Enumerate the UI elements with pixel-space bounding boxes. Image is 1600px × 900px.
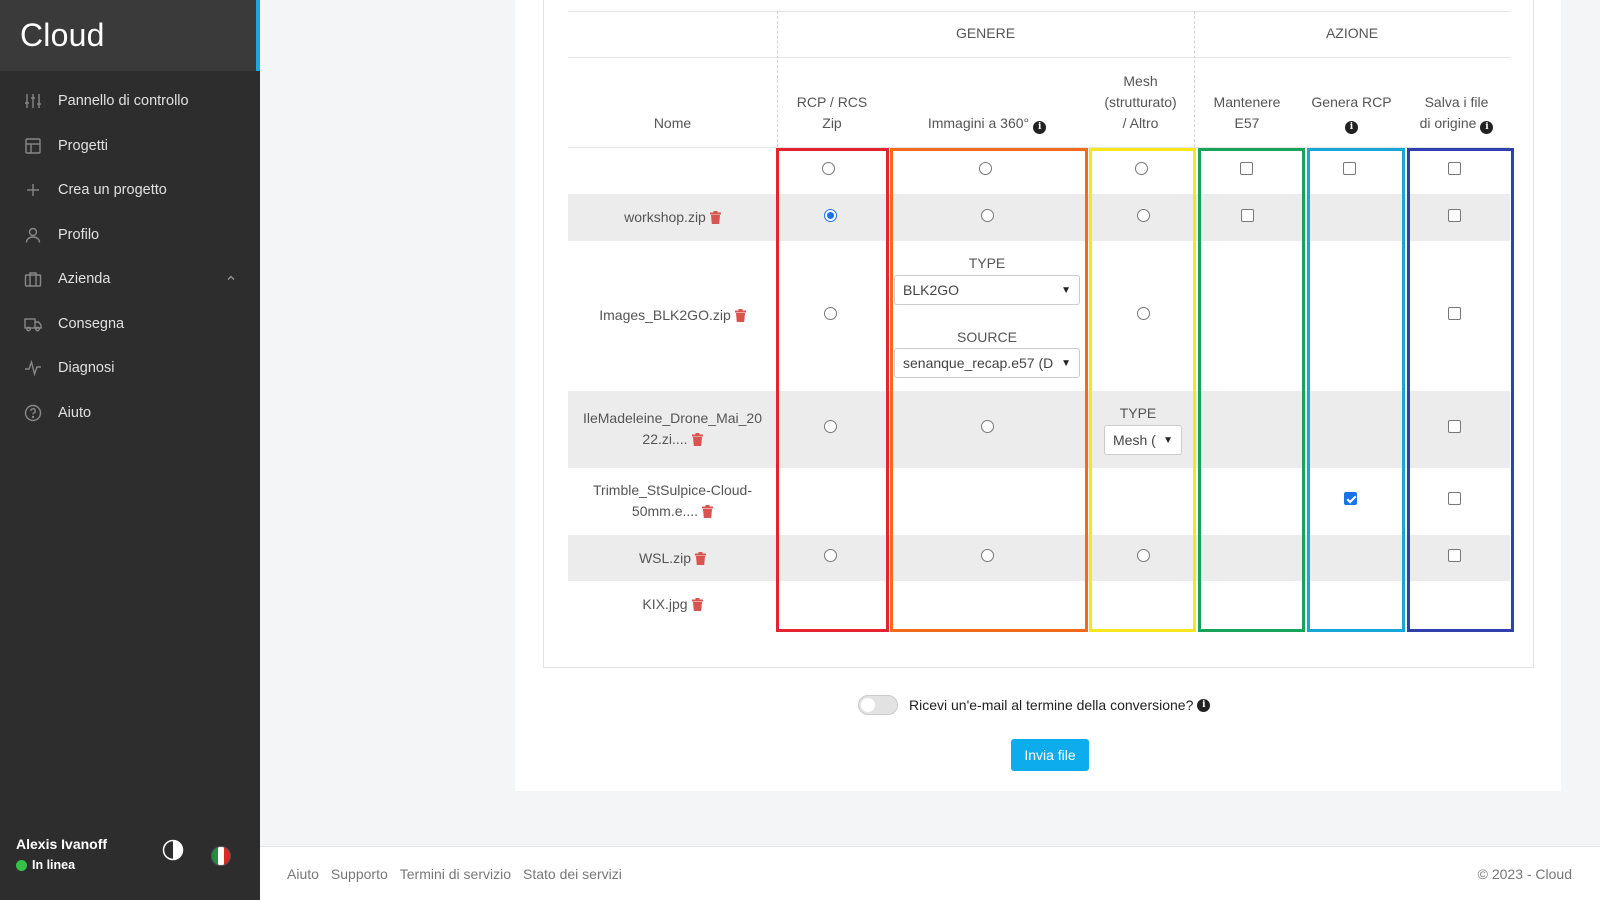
highlight-frame-mesh xyxy=(1089,148,1196,632)
online-dot-icon xyxy=(16,859,27,871)
col-e57-line: E57 xyxy=(1234,115,1260,131)
email-toggle[interactable] xyxy=(858,695,898,715)
sidebar-item-consegna[interactable]: Consegna xyxy=(0,302,260,347)
col-mesh-line: Mesh xyxy=(1123,73,1158,89)
chevron-up-icon xyxy=(226,271,236,287)
user-name: Alexis Ivanoff xyxy=(16,836,108,852)
file-name: WSL.zip xyxy=(638,550,692,566)
footer-link-termini[interactable]: Termini di servizio xyxy=(400,866,511,882)
truck-icon xyxy=(24,315,42,333)
sidebar-item-diagnosi[interactable]: Diagnosi xyxy=(0,346,260,391)
table-row-name: IleMadeleine_Drone_Mai_20 22.zi.... xyxy=(568,408,777,450)
copyright: © 2023 - Cloud xyxy=(1477,865,1572,882)
file-name: Trimble_StSulpice-Cloud- xyxy=(593,482,752,498)
email-toggle-label: Ricevi un'e-mail al termine della conver… xyxy=(909,697,1194,713)
sidebar-item-label: Consegna xyxy=(58,315,125,332)
sidebar-item-label: Progetti xyxy=(58,137,108,154)
info-icon[interactable]: i xyxy=(1345,121,1358,134)
sidebar-item-pannello[interactable]: Pannello di controllo xyxy=(0,79,260,124)
brand-logo[interactable]: Cloud xyxy=(0,0,260,71)
user-status: In linea xyxy=(16,858,107,872)
briefcase-icon xyxy=(24,270,42,288)
layout-icon xyxy=(24,137,42,155)
col-genera-line: Genera RCP xyxy=(1311,94,1392,110)
col-salva-line: di origine xyxy=(1419,115,1477,131)
col-mesh-line: (strutturato) xyxy=(1104,94,1177,110)
trash-icon[interactable] xyxy=(691,433,703,446)
email-toggle-row: Ricevi un'e-mail al termine della conver… xyxy=(858,695,1211,715)
sidebar-item-azienda[interactable]: Azienda xyxy=(0,257,260,302)
trash-icon[interactable] xyxy=(691,598,703,611)
col-rcp: RCP / RCS Zip xyxy=(777,92,887,134)
col-nome: Nome xyxy=(653,115,692,131)
col-mesh-line: / Altro xyxy=(1122,115,1159,131)
highlight-frame-img360 xyxy=(890,148,1088,632)
file-name: 50mm.e.... xyxy=(631,503,699,519)
file-name: IleMadeleine_Drone_Mai_20 xyxy=(582,410,762,426)
col-img360: Immagini a 360° i xyxy=(887,113,1087,134)
plus-icon xyxy=(24,181,42,199)
help-circle-icon xyxy=(24,404,42,422)
table-row-name: Trimble_StSulpice-Cloud- 50mm.e.... xyxy=(568,480,777,522)
table-top-border xyxy=(568,11,1510,12)
sidebar: Cloud Pannello di controllo Progetti Cre… xyxy=(0,0,260,900)
trash-icon[interactable] xyxy=(702,505,714,518)
user-panel: Alexis Ivanoff In linea xyxy=(16,836,107,872)
sidebar-item-label: Azienda xyxy=(58,271,111,288)
highlight-frame-rcp xyxy=(776,148,889,632)
file-name: Images_BLK2GO.zip xyxy=(599,307,731,323)
user-status-label: In linea xyxy=(32,858,76,872)
col-rcp-line: Zip xyxy=(822,115,842,131)
col-e57: Mantenere E57 xyxy=(1194,92,1300,134)
highlight-frame-e57 xyxy=(1198,148,1305,632)
col-mesh: Mesh (strutturato) / Altro xyxy=(1087,71,1194,134)
sidebar-item-progetti[interactable]: Progetti xyxy=(0,124,260,169)
col-e57-line: Mantenere xyxy=(1213,94,1281,110)
info-icon[interactable]: i xyxy=(1033,121,1047,134)
sidebar-item-label: Profilo xyxy=(58,226,100,243)
group-genere: GENERE xyxy=(955,25,1016,41)
table-row-name: WSL.zip xyxy=(568,548,777,569)
footer-link-supporto[interactable]: Supporto xyxy=(331,866,388,882)
table-row-name: Images_BLK2GO.zip xyxy=(568,305,777,326)
highlight-frame-genera xyxy=(1307,148,1405,632)
file-name: 22.zi.... xyxy=(642,431,688,447)
group-azione: AZIONE xyxy=(1325,25,1379,41)
sidebar-item-label: Aiuto xyxy=(58,404,92,421)
submit-button[interactable]: Invia file xyxy=(1011,739,1089,771)
highlight-frame-salva xyxy=(1407,148,1514,632)
info-icon[interactable]: i xyxy=(1197,698,1211,712)
sidebar-item-aiuto[interactable]: Aiuto xyxy=(0,391,260,436)
col-img360-label: Immagini a 360° xyxy=(927,115,1030,131)
table-row-name: workshop.zip xyxy=(568,207,777,228)
sidebar-item-profilo[interactable]: Profilo xyxy=(0,213,260,258)
user-icon xyxy=(24,226,42,244)
sliders-icon xyxy=(24,92,42,110)
info-icon[interactable]: i xyxy=(1480,121,1494,134)
sidebar-item-label: Pannello di controllo xyxy=(58,93,189,110)
col-rcp-line: RCP / RCS xyxy=(796,94,868,110)
sidebar-nav: Pannello di controllo Progetti Crea un p… xyxy=(0,71,260,435)
italian-flag-icon[interactable] xyxy=(211,846,231,866)
activity-icon xyxy=(24,359,42,377)
sidebar-item-label: Diagnosi xyxy=(58,360,115,377)
footer-link-aiuto[interactable]: Aiuto xyxy=(287,866,319,882)
trash-icon[interactable] xyxy=(709,211,721,224)
file-name: workshop.zip xyxy=(624,209,706,225)
table-row-name: KIX.jpg xyxy=(568,594,777,615)
col-genera: Genera RCP i xyxy=(1300,92,1403,134)
sidebar-item-label: Crea un progetto xyxy=(58,182,167,199)
table-group-border xyxy=(568,57,1510,58)
file-name: KIX.jpg xyxy=(642,596,688,612)
trash-icon[interactable] xyxy=(734,309,746,322)
footer: Aiuto Supporto Termini di servizio Stato… xyxy=(260,846,1600,900)
col-salva: Salva i file di origine i xyxy=(1403,92,1510,134)
sidebar-item-crea[interactable]: Crea un progetto xyxy=(0,168,260,213)
contrast-toggle-icon[interactable] xyxy=(162,839,184,866)
footer-link-stato[interactable]: Stato dei servizi xyxy=(523,866,622,882)
trash-icon[interactable] xyxy=(695,552,707,565)
col-salva-line: Salva i file xyxy=(1424,94,1489,110)
